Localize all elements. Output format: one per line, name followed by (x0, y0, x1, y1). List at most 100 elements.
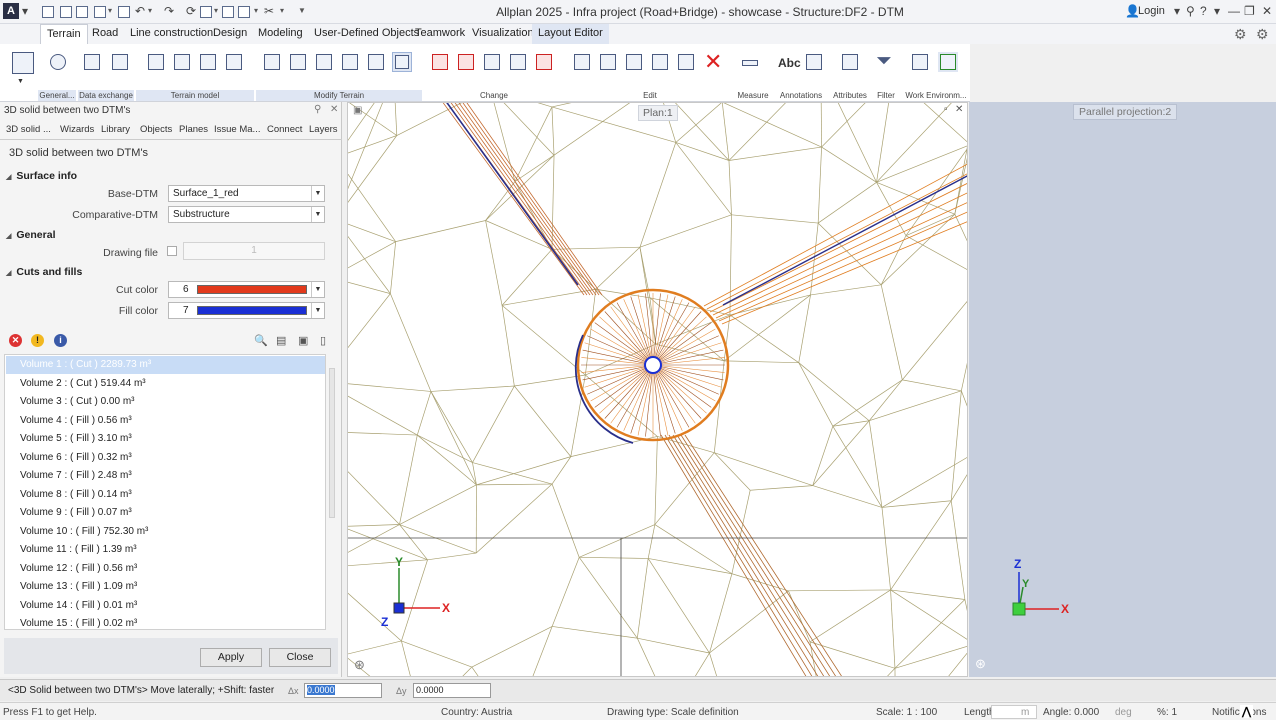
import-icon[interactable] (82, 52, 102, 72)
edit-icon[interactable] (94, 6, 106, 18)
parallel-projection-viewport[interactable]: Parallel projection:2 Z Y X ⊛ (969, 102, 1276, 677)
volume-list-item[interactable]: Volume 8 : ( Fill ) 0.14 m³ (20, 486, 320, 504)
mirror-icon[interactable] (650, 52, 670, 72)
info-icon[interactable]: i (54, 334, 67, 347)
chevron-down-icon[interactable]: ▾ (1174, 4, 1180, 18)
layout-icon[interactable] (238, 6, 250, 18)
terrain-model-icon-1[interactable] (146, 52, 166, 72)
volume-list-item[interactable]: Volume 14 : ( Fill ) 0.01 m³ (20, 597, 320, 615)
measure-icon[interactable] (740, 52, 760, 72)
tab-connect[interactable]: Connect (267, 124, 302, 135)
tab-layout-editor[interactable]: Layout Editor (532, 24, 609, 44)
save-icon[interactable] (118, 6, 130, 18)
3d-solid-dtm-icon[interactable] (392, 52, 412, 72)
tab-planes[interactable]: Planes (179, 124, 208, 135)
volume-list-item[interactable]: Volume 11 : ( Fill ) 1.39 m³ (20, 541, 320, 559)
rotate-icon[interactable] (624, 52, 644, 72)
window-icon[interactable] (222, 6, 234, 18)
volume-list-item[interactable]: Volume 7 : ( Fill ) 2.48 m³ (20, 467, 320, 485)
modify-terrain-icon-2[interactable] (288, 52, 308, 72)
tab-teamwork[interactable]: Teamwork (409, 24, 471, 44)
settings-icon[interactable]: ⚙ (1256, 26, 1269, 43)
notification-caret-icon[interactable]: ⋀ (1240, 705, 1254, 718)
export-icon[interactable] (110, 52, 130, 72)
pencil-icon[interactable] (430, 52, 450, 72)
pin-icon[interactable]: ⚲ (314, 104, 321, 115)
change-icon-5[interactable] (534, 52, 554, 72)
tab-3d-solid[interactable]: 3D solid ... (6, 124, 51, 135)
annotation-icon[interactable] (804, 52, 824, 72)
volume-list-item[interactable]: Volume 2 : ( Cut ) 519.44 m³ (20, 375, 320, 393)
copy-icon[interactable] (572, 52, 592, 72)
change-icon-3[interactable] (482, 52, 502, 72)
close-window-icon[interactable]: ✕ (1262, 4, 1272, 18)
tab-user-defined-objects[interactable]: User-Defined Objects (308, 24, 425, 44)
tab-issue-manager[interactable]: Issue Ma... (214, 124, 260, 135)
stretch-icon[interactable] (676, 52, 696, 72)
grid-icon[interactable] (76, 6, 88, 18)
tab-modeling[interactable]: Modeling (252, 24, 309, 44)
fill-color-select[interactable]: 7 ▼ (168, 302, 325, 319)
chevron-down-icon[interactable]: ▾ (148, 6, 152, 15)
chevron-down-icon[interactable]: ▾ (1214, 4, 1220, 18)
terrain-model-icon-2[interactable] (172, 52, 192, 72)
drawing-type[interactable]: Drawing type: Scale definition (607, 707, 739, 718)
redo-icon[interactable]: ↷ (164, 4, 174, 18)
chevron-down-icon[interactable]: ▾ (22, 4, 28, 18)
chevron-down-icon[interactable]: ▼ (17, 78, 24, 85)
warning-icon[interactable]: ! (31, 334, 44, 347)
section-general[interactable]: ◢ General (6, 229, 56, 241)
apply-button[interactable]: Apply (200, 648, 262, 667)
viewport-menu-icon[interactable]: ▣ (353, 105, 362, 116)
length-input[interactable] (991, 705, 1037, 719)
scrollbar-thumb[interactable] (329, 368, 335, 518)
volume-list-item[interactable]: Volume 5 : ( Fill ) 3.10 m³ (20, 430, 320, 448)
section-cuts-fills[interactable]: ◢ Cuts and fills (6, 266, 82, 278)
volume-list-item[interactable]: Volume 1 : ( Cut ) 2289.73 m³ (6, 356, 325, 374)
text-icon[interactable]: Abc (778, 56, 801, 70)
help-icon[interactable]: ? (1200, 4, 1207, 18)
customize-icon[interactable]: ▼ (298, 6, 306, 15)
comparative-dtm-select[interactable]: Substructure ▼ (168, 206, 325, 223)
delete-list-icon[interactable]: ▤ (276, 334, 289, 347)
volume-list-item[interactable]: Volume 9 : ( Fill ) 0.07 m³ (20, 504, 320, 522)
navigation-icon[interactable]: ⊛ (975, 656, 986, 672)
modify-terrain-icon-3[interactable] (314, 52, 334, 72)
error-icon[interactable]: ✕ (9, 334, 22, 347)
view-icon[interactable] (200, 6, 212, 18)
angle[interactable]: Angle: 0.000 (1043, 707, 1099, 718)
general-icon[interactable] (48, 52, 68, 72)
chevron-down-icon[interactable]: ▾ (280, 6, 284, 15)
tab-layers[interactable]: Layers (309, 124, 338, 135)
minimize-icon[interactable]: — (1228, 4, 1240, 18)
work-environment-icon-1[interactable] (910, 52, 930, 72)
work-environment-icon-2[interactable] (938, 52, 958, 72)
open-icon[interactable] (60, 6, 72, 18)
chevron-down-icon[interactable]: ▼ (311, 207, 324, 222)
terrain-model-icon-3[interactable] (198, 52, 218, 72)
gear-icon[interactable]: ⚙ (1234, 26, 1247, 43)
refresh-icon[interactable]: ⟳ (186, 4, 196, 18)
tab-visualization[interactable]: Visualization (466, 24, 540, 44)
filter-icon[interactable]: ⏷ (876, 50, 892, 73)
user-profile-icon[interactable]: ⚲ (1186, 4, 1195, 18)
tab-road[interactable]: Road (86, 24, 124, 44)
modify-terrain-icon-5[interactable] (366, 52, 386, 72)
chevron-down-icon[interactable]: ▾ (108, 6, 112, 15)
cut-color-select[interactable]: 6 ▼ (168, 281, 325, 298)
close-button[interactable]: Close (269, 648, 331, 667)
chevron-down-icon[interactable]: ▼ (311, 282, 324, 297)
save-list-icon[interactable]: ▣ (298, 334, 311, 347)
attributes-icon[interactable] (840, 52, 860, 72)
close-viewport-icon[interactable]: ✕ (955, 104, 963, 115)
volume-list-scrollbar[interactable] (328, 358, 336, 628)
chevron-down-icon[interactable]: ▾ (254, 6, 258, 15)
navigation-icon[interactable]: ⊛ (354, 657, 365, 673)
trash-icon[interactable]: ▯ (320, 334, 333, 347)
volume-list-item[interactable]: Volume 3 : ( Cut ) 0.00 m³ (20, 393, 320, 411)
login-link[interactable]: Login (1138, 5, 1165, 17)
section-surface-info[interactable]: ◢ Surface info (6, 170, 77, 182)
drawing-file-input[interactable]: 1 (183, 242, 325, 260)
volume-list-item[interactable]: Volume 10 : ( Fill ) 752.30 m³ (20, 523, 320, 541)
base-dtm-select[interactable]: Surface_1_red ▼ (168, 185, 325, 202)
